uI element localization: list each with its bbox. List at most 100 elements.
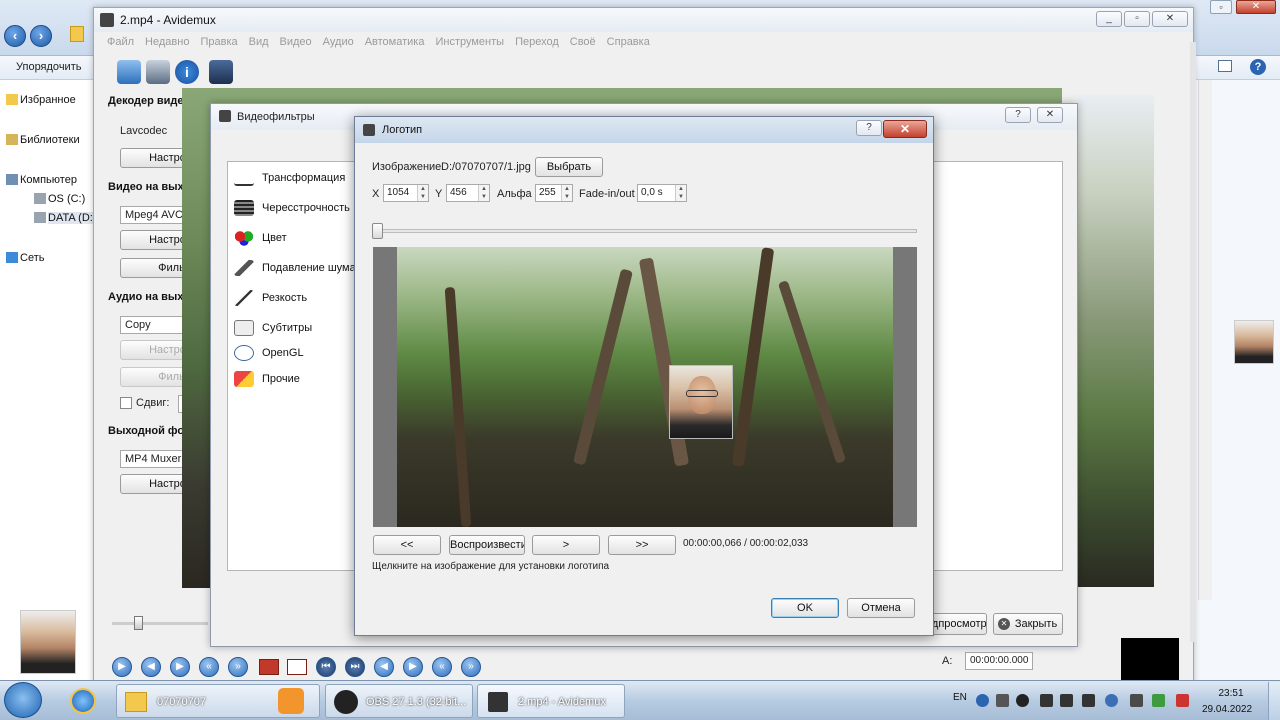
minimize-button[interactable]: _ — [1096, 11, 1122, 27]
tray-icon[interactable] — [996, 694, 1009, 707]
ok-button[interactable]: OK — [771, 598, 839, 618]
menu-recent[interactable]: Недавно — [145, 36, 189, 48]
info-icon[interactable]: i — [175, 60, 199, 84]
volume-icon[interactable] — [1082, 694, 1095, 707]
open-icon[interactable] — [117, 60, 141, 84]
menu-auto[interactable]: Автоматика — [365, 36, 425, 48]
save-icon[interactable] — [146, 60, 170, 84]
go-end-icon[interactable]: ⏭ — [345, 657, 365, 677]
seek-track[interactable] — [112, 622, 208, 625]
seek-handle[interactable] — [134, 616, 143, 630]
y-spinbox[interactable]: 456 ▲ ▼ — [446, 184, 490, 202]
tree-item-network[interactable]: Сеть — [6, 252, 44, 264]
menu-help[interactable]: Справка — [607, 36, 650, 48]
go-start-icon[interactable]: ⏮ — [316, 657, 336, 677]
back-icon[interactable]: ‹ — [4, 25, 26, 47]
logo-preview-image[interactable] — [373, 247, 917, 527]
organize-button[interactable]: Упорядочить — [16, 61, 81, 73]
window-scrollbar[interactable] — [1190, 42, 1196, 642]
shift-checkbox[interactable] — [120, 397, 132, 409]
media-player-icon[interactable] — [278, 688, 304, 714]
prev-frame-icon[interactable]: ◀ — [141, 657, 161, 677]
forward-icon[interactable]: › — [30, 25, 52, 47]
spin-arrows-icon[interactable]: ▲ ▼ — [478, 185, 489, 201]
menu-edit[interactable]: Правка — [200, 36, 237, 48]
category-interlacing[interactable]: Чересстрочность — [234, 197, 350, 219]
tree-item-drive-d[interactable]: DATA (D:) — [34, 212, 96, 224]
explorer-scrollbar[interactable] — [1198, 80, 1212, 600]
category-denoise[interactable]: Подавление шума — [234, 257, 356, 279]
x-spinbox[interactable]: 1054 ▲ ▼ — [383, 184, 429, 202]
prev-black-icon[interactable]: ◀ — [374, 657, 394, 677]
spin-arrows-icon[interactable]: ▲ ▼ — [417, 185, 428, 201]
play-icon[interactable]: ▶ — [112, 657, 132, 677]
close-button[interactable]: ✕ — [1152, 11, 1188, 27]
filters-close-x[interactable]: ✕ — [1037, 107, 1063, 123]
marker-b-icon[interactable] — [287, 659, 307, 675]
battery-tray-icon[interactable] — [1152, 694, 1165, 707]
tree-item-favorites[interactable]: Избранное — [6, 94, 76, 106]
logo-close-x[interactable]: ✕ — [883, 120, 927, 138]
next-keyframe-icon[interactable]: » — [228, 657, 248, 677]
device-tray-icon[interactable] — [1130, 694, 1143, 707]
tree-item-libraries[interactable]: Библиотеки — [6, 134, 80, 146]
tree-item-computer[interactable]: Компьютер — [6, 174, 77, 186]
film-icon[interactable] — [209, 60, 233, 84]
fade-spinbox[interactable]: 0,0 s ▲ ▼ — [637, 184, 687, 202]
menu-video[interactable]: Видео — [280, 36, 312, 48]
alpha-spinbox[interactable]: 255 ▲ ▼ — [535, 184, 573, 202]
category-opengl[interactable]: OpenGL — [234, 342, 304, 364]
active-filters-list[interactable] — [933, 161, 1063, 571]
next-button[interactable]: > — [532, 535, 600, 555]
logo-help-button[interactable]: ? — [856, 120, 882, 136]
category-subtitles[interactable]: Субтитры — [234, 317, 312, 339]
preview-pane-icon[interactable] — [1218, 60, 1232, 72]
forward-button[interactable]: >> — [608, 535, 676, 555]
prev-keyframe-icon[interactable]: « — [199, 657, 219, 677]
forward-icon[interactable]: » — [461, 657, 481, 677]
filters-help-button[interactable]: ? — [1005, 107, 1031, 123]
spin-arrows-icon[interactable]: ▲ ▼ — [675, 185, 686, 201]
taskbar-app-obs[interactable]: OBS 27.1.3 (32-bit... — [325, 684, 473, 718]
taskbar-app-avidemux[interactable]: 2.mp4 - Avidemux — [477, 684, 625, 718]
start-button[interactable] — [4, 682, 42, 718]
menu-custom[interactable]: Своё — [570, 36, 596, 48]
clock-date[interactable]: 29.04.2022 — [1202, 704, 1252, 715]
menu-view[interactable]: Вид — [249, 36, 269, 48]
ie-icon[interactable] — [70, 688, 96, 714]
spin-arrows-icon[interactable]: ▲ ▼ — [561, 185, 572, 201]
category-transform[interactable]: Трансформация — [234, 167, 345, 189]
close-button[interactable]: ✕ Закрыть — [993, 613, 1063, 635]
rewind-icon[interactable]: « — [432, 657, 452, 677]
rewind-button[interactable]: << — [373, 535, 441, 555]
menu-file[interactable]: Файл — [107, 36, 134, 48]
obs-tray-icon[interactable] — [1016, 694, 1029, 707]
marker-a-icon[interactable] — [259, 659, 279, 675]
show-desktop-button[interactable] — [1268, 682, 1280, 720]
display-tray-icon[interactable] — [1060, 694, 1073, 707]
explorer-maximize-button[interactable]: ▫ — [1210, 0, 1232, 14]
menu-go[interactable]: Переход — [515, 36, 559, 48]
logo-overlay[interactable] — [669, 365, 733, 439]
network-tray-icon[interactable] — [1040, 694, 1053, 707]
choose-image-button[interactable]: Выбрать — [535, 157, 603, 177]
flag-tray-icon[interactable] — [1176, 694, 1189, 707]
tree-item-drive-c[interactable]: OS (C:) — [34, 193, 85, 205]
clock-time[interactable]: 23:51 — [1210, 688, 1252, 699]
next-black-icon[interactable]: ▶ — [403, 657, 423, 677]
menu-audio[interactable]: Аудио — [323, 36, 354, 48]
help-tray-icon[interactable] — [976, 694, 989, 707]
cancel-button[interactable]: Отмена — [847, 598, 915, 618]
help-icon[interactable]: ? — [1250, 59, 1266, 75]
category-color[interactable]: Цвет — [234, 227, 287, 249]
category-sharpness[interactable]: Резкость — [234, 287, 307, 309]
frame-slider-handle[interactable] — [372, 223, 383, 239]
next-frame-icon[interactable]: ▶ — [170, 657, 190, 677]
category-other[interactable]: Прочие — [234, 368, 300, 390]
language-indicator[interactable]: EN — [953, 692, 967, 703]
maximize-button[interactable]: ▫ — [1124, 11, 1150, 27]
sync-tray-icon[interactable] — [1105, 694, 1118, 707]
play-button[interactable]: Воспроизвести — [449, 535, 525, 555]
frame-slider-track[interactable] — [373, 229, 917, 233]
menu-tools[interactable]: Инструменты — [435, 36, 504, 48]
